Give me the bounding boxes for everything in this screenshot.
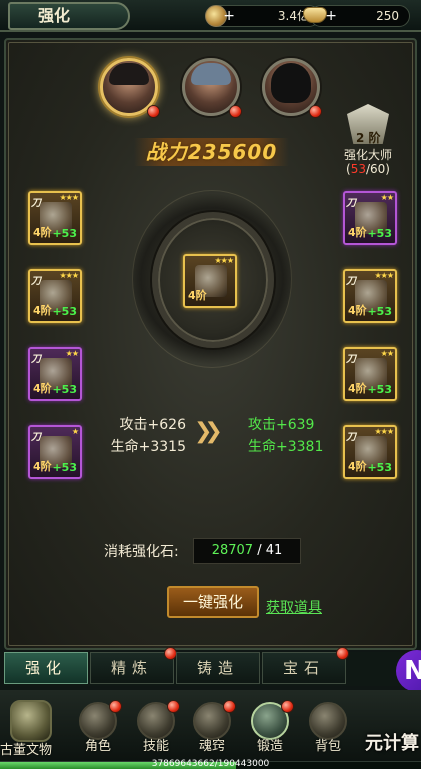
nav-bag[interactable]: 背包 [300, 700, 356, 760]
equip-slot-boots[interactable]: 刀 ★★ 4阶 +53 [343, 347, 397, 401]
nav-skill[interactable]: 技能 [128, 700, 184, 760]
next-stats: 攻击+639 生命+3381 [248, 414, 338, 458]
nav-antique[interactable]: 古董文物 [0, 694, 60, 764]
current-stats: 攻击+626 生命+3315 [106, 414, 186, 458]
gold-resource[interactable]: + 250 [303, 5, 410, 27]
star-rating: ★★★ [214, 256, 233, 265]
equip-slot-armor[interactable]: 刀 ★★★ 4阶 +53 [28, 269, 82, 323]
alert-dot-icon [229, 105, 242, 118]
bottom-nav: 古董文物 角色 技能 魂窍 锻造 背包 37869643662/19044300… [0, 690, 421, 769]
equip-slot-helmet[interactable]: 刀 ★★ 4阶 +53 [343, 191, 397, 245]
get-item-link[interactable]: 获取道具 [266, 597, 322, 617]
alert-dot-icon [223, 700, 236, 713]
watermark-logo: 元计算 [365, 733, 419, 754]
equip-slot-ring[interactable]: 刀 ★★★ 4阶 +53 [343, 425, 397, 479]
master-name: 强化大师 [343, 148, 392, 162]
hero-hair [271, 63, 311, 103]
one-key-enhance-button[interactable]: 一键强化 [167, 586, 259, 618]
hero-portrait-3[interactable] [262, 58, 322, 118]
alert-dot-icon [336, 647, 349, 660]
page-title: 强化 [8, 2, 130, 30]
hero-hair [109, 63, 149, 85]
nav-forge[interactable]: 锻造 [242, 700, 298, 760]
alert-dot-icon [281, 700, 294, 713]
top-bar: 强化 + 3.4亿 + 250 [0, 0, 421, 32]
alert-dot-icon [309, 105, 322, 118]
nav-soul[interactable]: 魂窍 [184, 700, 240, 760]
tab-refine[interactable]: 精炼 [90, 647, 177, 684]
equip-slot-gloves[interactable]: 刀 ★ 4阶 +53 [28, 425, 82, 479]
alert-dot-icon [109, 700, 122, 713]
alert-dot-icon [167, 700, 180, 713]
tab-cast[interactable]: 铸造 [176, 652, 260, 684]
tab-enhance[interactable]: 强化 [4, 652, 88, 684]
next-attack: 攻击+639 [248, 417, 315, 433]
center-slot[interactable]: ★★★ 4阶 [183, 254, 237, 308]
enhance-master-badge[interactable]: 2 阶 强化大师 (53/60) [336, 104, 400, 176]
cost-label: 消耗强化石: [104, 544, 179, 560]
add-icon[interactable]: + [323, 6, 337, 26]
sub-tabs: 强化 精炼 铸造 宝石 [4, 647, 417, 686]
alert-dot-icon [147, 105, 160, 118]
master-progress: (53/60) [346, 162, 390, 176]
experience-text: 37869643662/190443000 [151, 759, 270, 769]
nav-character[interactable]: 角色 [70, 700, 126, 760]
master-level: 2 阶 [356, 131, 381, 145]
double-arrow-icon: ❯❯ [194, 419, 223, 444]
add-icon[interactable]: + [221, 6, 235, 26]
experience-bar: 37869643662/190443000 [0, 759, 421, 769]
hero-portrait-2[interactable] [182, 58, 242, 118]
current-hp: 生命+3315 [110, 439, 186, 455]
hero-portrait-1[interactable] [100, 58, 160, 118]
equip-slot-belt[interactable]: 刀 ★★ 4阶 +53 [28, 347, 82, 401]
current-attack: 攻击+626 [119, 417, 186, 433]
tab-gem[interactable]: 宝石 [262, 647, 349, 684]
next-hp: 生命+3381 [248, 439, 324, 455]
antique-icon [10, 700, 52, 742]
equip-slot-weapon[interactable]: 刀 ★★★ 4阶 +53 [28, 191, 82, 245]
cost-value: 28707 / 41 [193, 538, 301, 564]
equip-slot-necklace[interactable]: 刀 ★★★ 4阶 +53 [343, 269, 397, 323]
combat-power: 战力235600 [134, 138, 289, 166]
hero-hair [191, 63, 231, 85]
